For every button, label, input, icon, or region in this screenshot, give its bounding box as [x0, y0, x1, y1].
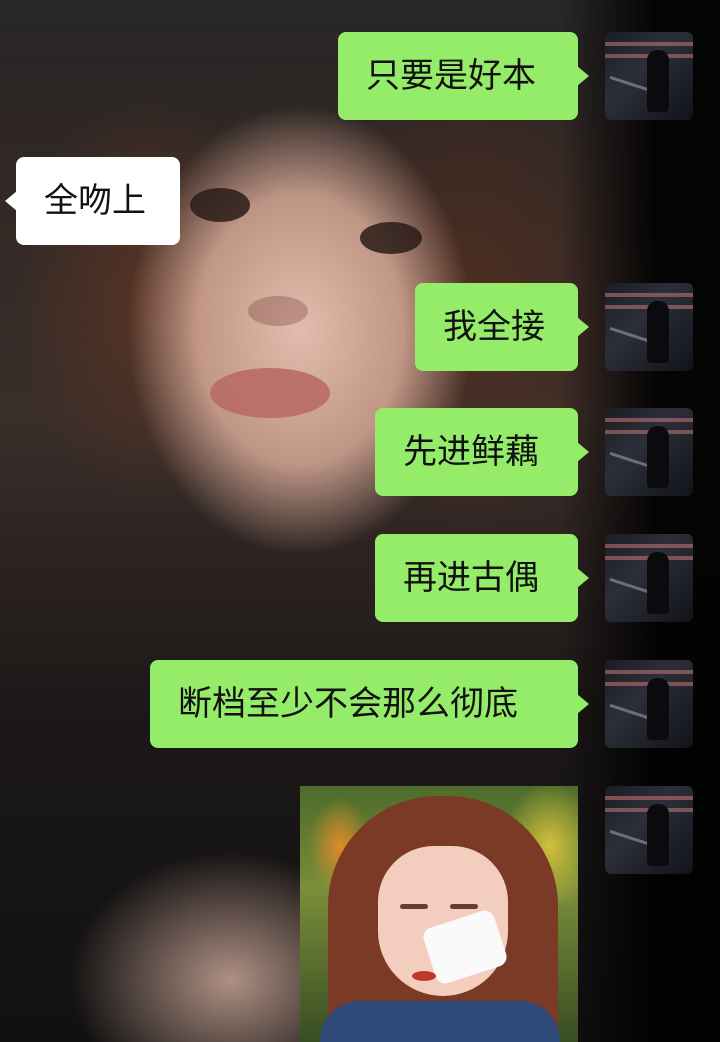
user-avatar[interactable]	[605, 660, 693, 748]
user-avatar[interactable]	[605, 283, 693, 371]
wallpaper-shade-right	[560, 0, 720, 1042]
message-bubble-sent[interactable]: 再进古偶	[375, 534, 589, 622]
message-bubble-sent[interactable]: 只要是好本	[338, 32, 589, 120]
user-avatar[interactable]	[605, 408, 693, 496]
message-bubble-sent[interactable]: 我全接	[415, 283, 589, 371]
message-bubble-sent[interactable]: 先进鲜藕	[375, 408, 589, 496]
user-avatar[interactable]	[605, 534, 693, 622]
message-bubble-received[interactable]: 全吻上	[5, 157, 180, 245]
user-avatar[interactable]	[605, 32, 693, 120]
message-image-crying-girl[interactable]	[300, 786, 578, 1042]
message-bubble-sent[interactable]: 断档至少不会那么彻底	[150, 660, 589, 748]
user-avatar[interactable]	[605, 786, 693, 874]
